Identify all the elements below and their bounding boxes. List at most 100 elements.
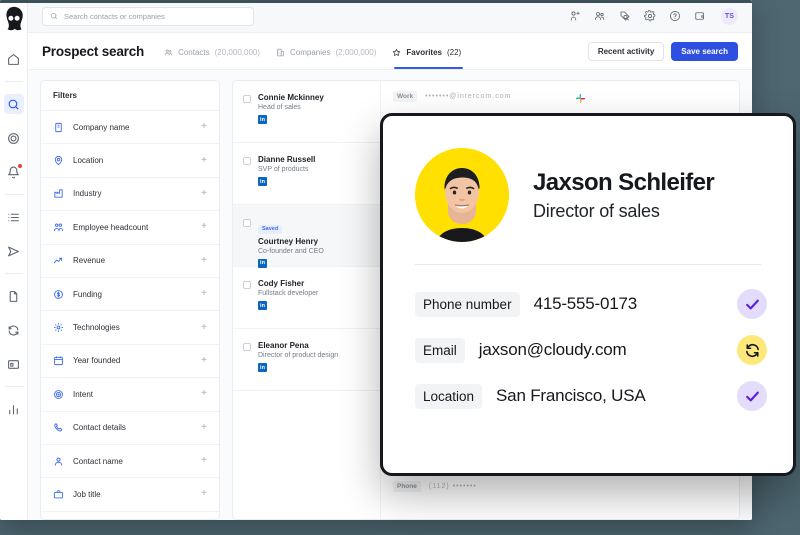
screen: Search contacts or companies (0, 0, 800, 535)
rail-item-lists[interactable] (4, 207, 24, 227)
row-checkbox[interactable] (243, 343, 251, 351)
filter-label: Revenue (73, 256, 105, 265)
filter-add-icon[interactable]: + (201, 222, 207, 232)
filter-department[interactable]: Department + (41, 511, 219, 520)
row-content: Eleanor Pena Director of product design … (258, 341, 338, 390)
filter-year-founded[interactable]: Year founded + (41, 344, 219, 377)
tab-label: Favorites (406, 48, 442, 57)
linkedin-icon[interactable]: in (258, 259, 267, 268)
tab-label: Contacts (178, 48, 210, 57)
filter-add-icon[interactable]: + (201, 456, 207, 466)
contact-name: Cody Fisher (258, 279, 318, 288)
filter-job-title[interactable]: Job title + (41, 477, 219, 510)
filter-add-icon[interactable]: + (201, 122, 207, 132)
people-icon[interactable] (594, 10, 606, 22)
list-item[interactable]: Dianne Russell SVP of products in (233, 143, 380, 205)
filter-technologies[interactable]: Technologies + (41, 310, 219, 343)
field-value: jaxson@cloudy.com (479, 340, 627, 360)
row-content: Connie Mckinney Head of sales in (258, 93, 324, 142)
check-icon (744, 388, 761, 405)
filter-label: Location (73, 156, 103, 165)
slack-icon (575, 91, 586, 102)
wallet-icon[interactable] (694, 10, 706, 22)
list-item[interactable]: Cody Fisher Fullstack developer in (233, 267, 380, 329)
filter-add-icon[interactable]: + (201, 156, 207, 166)
profile-field-phone: Phone number 415-555-0173 (415, 281, 767, 327)
filter-add-icon[interactable]: + (201, 289, 207, 299)
contact-role: Director of product design (258, 352, 338, 359)
filter-employee-headcount[interactable]: Employee headcount + (41, 210, 219, 243)
filter-add-icon[interactable]: + (201, 489, 207, 499)
briefcase-icon (53, 489, 64, 500)
avatar[interactable]: TS (721, 8, 738, 25)
linkedin-icon[interactable]: in (258, 363, 267, 372)
rail-item-search[interactable] (4, 94, 24, 114)
app-logo[interactable] (3, 6, 25, 32)
filter-add-icon[interactable]: + (201, 423, 207, 433)
rail-item-analytics[interactable] (4, 399, 24, 419)
rail-item-documents[interactable] (4, 286, 24, 306)
gear-icon[interactable] (644, 10, 656, 22)
list-item[interactable]: Connie Mckinney Head of sales in (233, 81, 380, 143)
filter-revenue[interactable]: Revenue + (41, 244, 219, 277)
save-search-button[interactable]: Save search (671, 42, 738, 61)
person-add-icon[interactable] (569, 10, 581, 22)
rail-divider (5, 386, 23, 387)
contact-name: Courtney Henry (258, 237, 324, 246)
page-header: Prospect search Contacts (20,000,000) Co… (28, 33, 752, 70)
check-icon (744, 296, 761, 313)
profile-photo (415, 148, 509, 242)
syncing-status-badge[interactable] (737, 335, 767, 365)
tab-contacts[interactable]: Contacts (20,000,000) (164, 33, 260, 69)
list-item[interactable]: Eleanor Pena Director of product design … (233, 329, 380, 391)
rail-item-inbox[interactable] (4, 354, 24, 374)
rail-divider (5, 273, 23, 274)
profile-fields: Phone number 415-555-0173 Email jaxson@c… (409, 281, 767, 419)
recent-activity-button[interactable]: Recent activity (588, 42, 664, 61)
profile-field-email: Email jaxson@cloudy.com (415, 327, 767, 373)
top-bar: Search contacts or companies (28, 0, 752, 33)
rail-item-sequences[interactable] (4, 241, 24, 261)
filter-intent[interactable]: Intent + (41, 377, 219, 410)
rail-item-intent[interactable] (4, 128, 24, 148)
verified-status-badge[interactable] (737, 381, 767, 411)
verified-status-badge[interactable] (737, 289, 767, 319)
filter-company-name[interactable]: Company name + (41, 110, 219, 143)
rail-item-home[interactable] (4, 49, 24, 69)
filter-add-icon[interactable]: + (201, 389, 207, 399)
tab-companies[interactable]: Companies (2,000,000) (276, 33, 376, 69)
tab-favorites[interactable]: Favorites (22) (392, 33, 461, 69)
filter-contact-details[interactable]: Contact details + (41, 411, 219, 444)
tag-search-icon[interactable] (619, 10, 631, 22)
filter-add-icon[interactable]: + (201, 356, 207, 366)
phone-icon (53, 422, 64, 433)
filter-label: Funding (73, 290, 102, 299)
filter-contact-name[interactable]: Contact name + (41, 444, 219, 477)
row-checkbox[interactable] (243, 281, 251, 289)
linkedin-icon[interactable]: in (258, 301, 267, 310)
rail-item-notifications[interactable] (4, 162, 24, 182)
gear-icon (53, 322, 64, 333)
profile-name: Jaxson Schleifer (533, 169, 714, 197)
global-search[interactable]: Search contacts or companies (42, 7, 254, 26)
top-bar-actions: TS (569, 8, 738, 25)
detail-line-phone: Phone (112) ••••••• (393, 481, 727, 492)
filter-add-icon[interactable]: + (201, 323, 207, 333)
row-checkbox[interactable] (243, 95, 251, 103)
page-title: Prospect search (42, 44, 144, 59)
tab-label: Companies (290, 48, 330, 57)
filter-funding[interactable]: Funding + (41, 277, 219, 310)
filter-label: Intent (73, 390, 93, 399)
row-checkbox[interactable] (243, 157, 251, 165)
filter-add-icon[interactable]: + (201, 189, 207, 199)
linkedin-icon[interactable]: in (258, 115, 267, 124)
rail-item-sync[interactable] (4, 320, 24, 340)
row-checkbox[interactable] (243, 219, 251, 227)
linkedin-icon[interactable]: in (258, 177, 267, 186)
filter-add-icon[interactable]: + (201, 256, 207, 266)
contact-role: SVP of products (258, 166, 315, 173)
help-circle-icon[interactable] (669, 10, 681, 22)
filter-location[interactable]: Location + (41, 143, 219, 176)
filter-industry[interactable]: Industry + (41, 177, 219, 210)
list-item[interactable]: Saved Courtney Henry Co-founder and CEO … (233, 205, 380, 267)
